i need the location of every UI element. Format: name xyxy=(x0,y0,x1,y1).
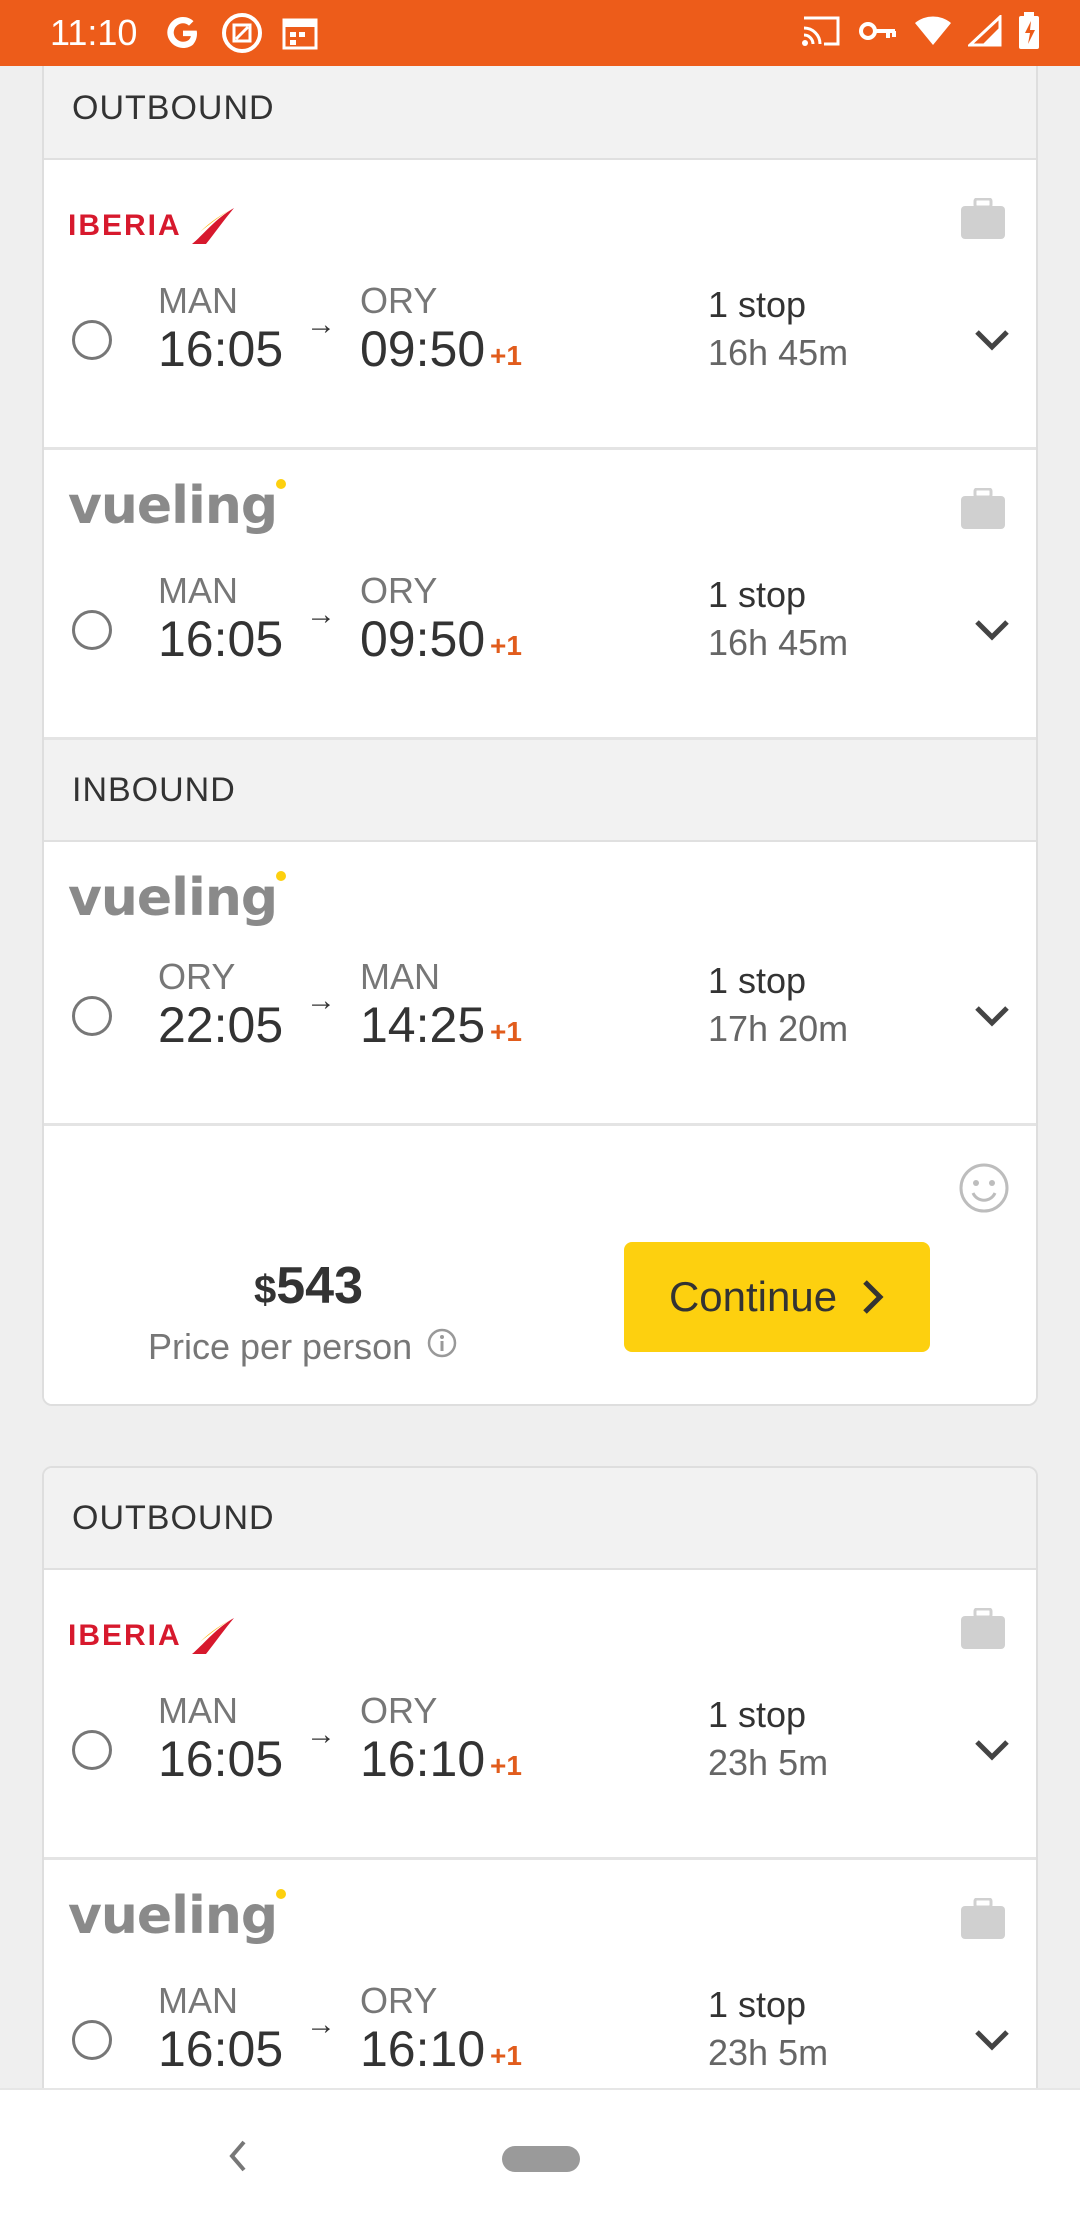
day-offset: +1 xyxy=(490,340,522,371)
destination-code: ORY xyxy=(360,1980,438,2021)
arrival-time: 16:10 xyxy=(360,2021,486,2077)
flight-duration: 23h 5m xyxy=(708,2032,829,2073)
flight-duration: 16h 45m xyxy=(708,332,849,373)
itinerary-card: OUTBOUND IBERIA MAN 16:05 → ORY 16:10 +1… xyxy=(42,1466,1038,2088)
iberia-logo: IBERIA xyxy=(68,196,236,256)
price-label-text: Price per person xyxy=(148,1326,413,1367)
chevron-down-icon[interactable] xyxy=(974,328,1010,357)
departure-time: 16:05 xyxy=(158,321,284,377)
origin-code: ORY xyxy=(158,956,236,997)
calendar-icon xyxy=(281,15,319,51)
chevron-down-icon[interactable] xyxy=(974,1738,1010,1767)
app-icon xyxy=(221,12,263,54)
status-time: 11:10 xyxy=(50,12,138,53)
baggage-icon xyxy=(960,487,1006,535)
stops-count: 1 stop xyxy=(708,1984,807,2025)
select-radio[interactable] xyxy=(72,320,112,360)
flight-duration: 23h 5m xyxy=(708,1742,829,1783)
price-amount: 543 xyxy=(276,1257,364,1315)
chevron-down-icon[interactable] xyxy=(974,1004,1010,1033)
departure-time: 16:05 xyxy=(158,1731,284,1787)
price-label: Price per person xyxy=(148,1326,458,1368)
day-offset: +1 xyxy=(490,1016,522,1047)
navigation-bar xyxy=(0,2088,1080,2222)
info-icon[interactable] xyxy=(426,1326,458,1368)
flight-duration: 16h 45m xyxy=(708,622,849,663)
baggage-icon xyxy=(960,1607,1006,1655)
departure-time: 22:05 xyxy=(158,997,284,1053)
results-list[interactable]: OUTBOUND IBERIA MAN 16:05 → ORY 09:50 +1… xyxy=(0,66,1080,2088)
select-radio[interactable] xyxy=(72,610,112,650)
flight-option[interactable]: IBERIA MAN 16:05 → ORY 16:10 +1 1 stop 2… xyxy=(44,1570,1036,1860)
flight-option[interactable]: IBERIA MAN 16:05 → ORY 09:50 +1 1 stop 1… xyxy=(44,160,1036,450)
flight-option[interactable]: vueling MAN 16:05 → ORY 09:50 +1 1 stop … xyxy=(44,450,1036,740)
arrow-icon: → xyxy=(306,308,336,341)
baggage-icon xyxy=(960,197,1006,245)
departure-time: 16:05 xyxy=(158,611,284,667)
battery-icon xyxy=(1018,11,1040,55)
departure-time: 16:05 xyxy=(158,2021,284,2077)
destination-code: MAN xyxy=(360,956,440,997)
day-offset: +1 xyxy=(490,1750,522,1781)
select-radio[interactable] xyxy=(72,1730,112,1770)
vueling-logo: vueling xyxy=(68,1886,287,1946)
chevron-down-icon[interactable] xyxy=(974,2028,1010,2057)
origin-code: MAN xyxy=(158,280,238,321)
baggage-icon xyxy=(960,1897,1006,1945)
continue-button[interactable]: Continue xyxy=(624,1242,930,1352)
destination-code: ORY xyxy=(360,1690,438,1731)
select-radio[interactable] xyxy=(72,2020,112,2060)
itinerary-card: OUTBOUND IBERIA MAN 16:05 → ORY 09:50 +1… xyxy=(42,66,1038,1406)
home-pill[interactable] xyxy=(502,2146,580,2172)
day-offset: +1 xyxy=(490,630,522,661)
origin-code: MAN xyxy=(158,1980,238,2021)
key-icon xyxy=(858,19,898,48)
continue-label: Continue xyxy=(668,1273,838,1320)
destination-code: ORY xyxy=(360,570,438,611)
flight-option[interactable]: vueling ORY 22:05 → MAN 14:25 +1 1 stop … xyxy=(44,842,1036,1126)
arrival-time: 09:50 xyxy=(360,611,486,667)
stops-count: 1 stop xyxy=(708,960,807,1001)
arrival-time: 14:25 xyxy=(360,997,486,1053)
price-section: $543 Price per person Continue xyxy=(44,1126,1036,1404)
origin-code: MAN xyxy=(158,1690,238,1731)
outbound-header: OUTBOUND xyxy=(44,66,1036,160)
price-currency: $ xyxy=(254,1268,277,1312)
flight-duration: 17h 20m xyxy=(708,1008,849,1049)
google-icon xyxy=(163,13,203,53)
wifi-icon xyxy=(914,15,952,52)
cast-icon xyxy=(800,14,842,53)
signal-icon xyxy=(966,13,1002,52)
inbound-header: INBOUND xyxy=(44,740,1036,842)
stops-count: 1 stop xyxy=(708,574,807,615)
price-value: $543 xyxy=(254,1256,363,1316)
arrival-time: 09:50 xyxy=(360,321,486,377)
origin-code: MAN xyxy=(158,570,238,611)
chevron-right-icon xyxy=(863,1280,884,1314)
destination-code: ORY xyxy=(360,280,438,321)
stops-count: 1 stop xyxy=(708,284,807,325)
day-offset: +1 xyxy=(490,2040,522,2071)
select-radio[interactable] xyxy=(72,996,112,1036)
back-icon[interactable] xyxy=(226,2136,250,2181)
chevron-down-icon[interactable] xyxy=(974,618,1010,647)
vueling-logo: vueling xyxy=(68,868,287,928)
arrow-icon: → xyxy=(306,598,336,631)
iberia-logo: IBERIA xyxy=(68,1606,236,1666)
arrow-icon: → xyxy=(306,1718,336,1751)
arrival-time: 16:10 xyxy=(360,1731,486,1787)
stops-count: 1 stop xyxy=(708,1694,807,1735)
outbound-header: OUTBOUND xyxy=(44,1468,1036,1570)
smiley-icon[interactable] xyxy=(958,1162,1010,1219)
vueling-logo: vueling xyxy=(68,476,287,536)
flight-option[interactable]: vueling MAN 16:05 → ORY 16:10 +1 1 stop … xyxy=(44,1860,1036,2088)
arrow-icon: → xyxy=(306,984,336,1017)
arrow-icon: → xyxy=(306,2008,336,2041)
status-bar: 11:10 xyxy=(0,0,1080,66)
